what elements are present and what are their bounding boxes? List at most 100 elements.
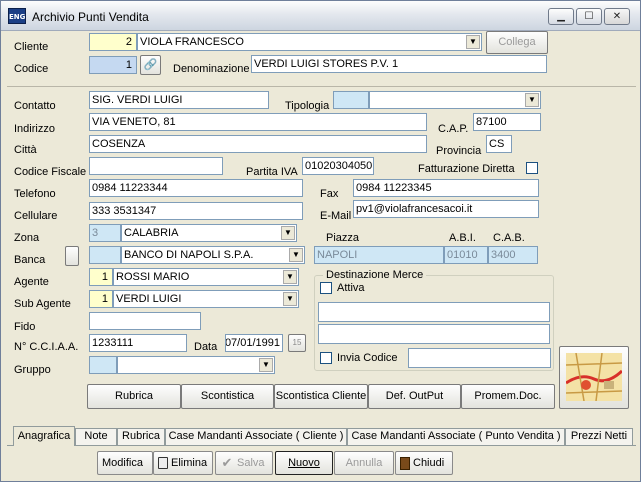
citta-field[interactable]: COSENZA <box>89 135 427 153</box>
tipologia-code-field[interactable] <box>333 91 369 109</box>
attiva-label: Attiva <box>337 282 365 294</box>
codice-field[interactable]: 1 <box>89 56 137 74</box>
tab-prezzi-netti[interactable]: Prezzi Netti <box>565 428 633 445</box>
fatturazione-checkbox[interactable] <box>526 162 538 174</box>
chevron-down-icon[interactable]: ▼ <box>525 93 539 107</box>
title-bar: ENG Archivio Punti Vendita ▁ ☐ ✕ <box>1 1 640 31</box>
cellulare-field[interactable]: 333 3531347 <box>89 202 303 220</box>
codice-fiscale-field[interactable] <box>89 157 223 175</box>
denominazione-field[interactable]: VERDI LUIGI STORES P.V. 1 <box>251 55 547 73</box>
fido-field[interactable] <box>89 312 201 330</box>
close-button[interactable]: ✕ <box>604 8 630 25</box>
email-label: E-Mail <box>320 210 352 222</box>
chiudi-button[interactable]: Chiudi <box>395 451 453 475</box>
contatto-field[interactable]: SIG. VERDI LUIGI <box>89 91 269 109</box>
indirizzo-field[interactable]: VIA VENETO, 81 <box>89 113 427 131</box>
cliente-name: VIOLA FRANCESCO <box>140 36 244 48</box>
attiva-checkbox[interactable] <box>320 282 332 294</box>
tab-note[interactable]: Note <box>75 428 117 445</box>
banca-select[interactable]: BANCO DI NAPOLI S.P.A. ▼ <box>121 246 305 264</box>
chevron-down-icon[interactable]: ▼ <box>283 292 297 306</box>
exit-door-icon <box>400 456 410 470</box>
tipologia-label: Tipologia <box>285 100 330 112</box>
scontistica-cliente-button[interactable]: Scontistica Cliente <box>274 384 368 409</box>
checkmark-icon: ✔ <box>221 455 233 471</box>
partita-iva-field[interactable]: 01020304050 <box>302 157 374 175</box>
promem-doc-button[interactable]: Promem.Doc. <box>461 384 555 409</box>
collega-button[interactable]: Collega <box>486 31 548 54</box>
nuovo-button[interactable]: Nuovo <box>275 451 333 475</box>
cap-label: C.A.P. <box>438 123 469 135</box>
agente-label: Agente <box>14 276 49 288</box>
destinazione-line2[interactable] <box>318 324 550 344</box>
zona-code-field[interactable]: 3 <box>89 224 121 242</box>
modifica-button[interactable]: Modifica <box>97 451 153 475</box>
map-icon <box>565 352 624 402</box>
tab-case-punto-vendita[interactable]: Case Mandanti Associate ( Punto Vendita … <box>347 428 565 445</box>
chevron-down-icon[interactable]: ▼ <box>283 270 297 284</box>
chiudi-label: Chiudi <box>413 457 445 469</box>
chevron-down-icon[interactable]: ▼ <box>289 248 303 262</box>
minimize-button[interactable]: ▁ <box>548 8 574 25</box>
telefono-label: Telefono <box>14 188 56 200</box>
banca-code-field[interactable] <box>89 246 121 264</box>
gruppo-code-field[interactable] <box>89 356 117 374</box>
tab-rubrica[interactable]: Rubrica <box>117 428 165 445</box>
cliente-code-field[interactable]: 2 <box>89 33 137 51</box>
telefono-field[interactable]: 0984 11223344 <box>89 179 303 197</box>
destinazione-title: Destinazione Merce <box>323 269 427 281</box>
gruppo-label: Gruppo <box>14 364 51 376</box>
chevron-down-icon[interactable]: ▼ <box>466 35 480 49</box>
rubrica-button[interactable]: Rubrica <box>87 384 181 409</box>
link-icon[interactable]: 🔗 <box>140 55 161 75</box>
codice-label: Codice <box>14 63 49 75</box>
agente-code-field[interactable]: 1 <box>89 268 113 286</box>
fatturazione-label: Fatturazione Diretta <box>418 163 515 175</box>
subagente-code-field[interactable]: 1 <box>89 290 113 308</box>
gruppo-select[interactable]: ▼ <box>117 356 275 374</box>
scontistica-button[interactable]: Scontistica <box>181 384 274 409</box>
subagente-label: Sub Agente <box>14 298 71 310</box>
piazza-label: Piazza <box>326 232 360 244</box>
destinazione-line1[interactable] <box>318 302 550 322</box>
subagente-select[interactable]: VERDI LUIGI ▼ <box>113 290 299 308</box>
invia-codice-field[interactable] <box>408 348 551 368</box>
zona-select[interactable]: CALABRIA ▼ <box>121 224 297 242</box>
banca-value: BANCO DI NAPOLI S.P.A. <box>124 249 254 261</box>
cliente-select[interactable]: VIOLA FRANCESCO ▼ <box>137 33 482 51</box>
agente-value: ROSSI MARIO <box>116 271 190 283</box>
salva-button[interactable]: ✔ Salva <box>215 451 273 475</box>
zona-label: Zona <box>14 232 40 244</box>
map-button[interactable] <box>559 346 629 409</box>
tab-case-cliente[interactable]: Case Mandanti Associate ( Cliente ) <box>165 428 347 445</box>
invia-codice-checkbox[interactable] <box>320 352 332 364</box>
provincia-field[interactable]: CS <box>486 135 512 153</box>
tipologia-select[interactable]: ▼ <box>369 91 541 109</box>
cap-field[interactable]: 87100 <box>473 113 541 131</box>
cab-field: 3400 <box>488 246 538 264</box>
cciaa-field[interactable]: 1233111 <box>89 334 187 352</box>
main-window: ENG Archivio Punti Vendita ▁ ☐ ✕ Cliente… <box>0 0 641 482</box>
annulla-button[interactable]: Annulla <box>334 451 394 475</box>
cciaa-label: N° C.C.I.A.A. <box>14 341 79 353</box>
zona-value: CALABRIA <box>124 227 179 239</box>
agente-select[interactable]: ROSSI MARIO ▼ <box>113 268 299 286</box>
invia-codice-label: Invia Codice <box>337 352 398 364</box>
trash-icon <box>158 457 168 470</box>
banca-lookup-button[interactable] <box>65 246 79 266</box>
tab-anagrafica[interactable]: Anagrafica <box>13 426 75 446</box>
subagente-value: VERDI LUIGI <box>116 293 182 305</box>
calendar-icon[interactable]: 15 <box>288 334 306 352</box>
chevron-down-icon[interactable]: ▼ <box>281 226 295 240</box>
data-field[interactable]: 07/01/1991 <box>225 334 283 352</box>
modifica-label: Modifica <box>102 457 143 469</box>
def-output-button[interactable]: Def. OutPut <box>368 384 461 409</box>
email-field[interactable]: pv1@violafrancesacoi.it <box>353 200 539 218</box>
elimina-label: Elimina <box>171 457 208 469</box>
maximize-button[interactable]: ☐ <box>576 8 602 25</box>
chevron-down-icon[interactable]: ▼ <box>259 358 273 372</box>
cliente-label: Cliente <box>14 41 49 53</box>
contatto-label: Contatto <box>14 100 56 112</box>
elimina-button[interactable]: Elimina <box>153 451 213 475</box>
fax-field[interactable]: 0984 11223345 <box>353 179 539 197</box>
